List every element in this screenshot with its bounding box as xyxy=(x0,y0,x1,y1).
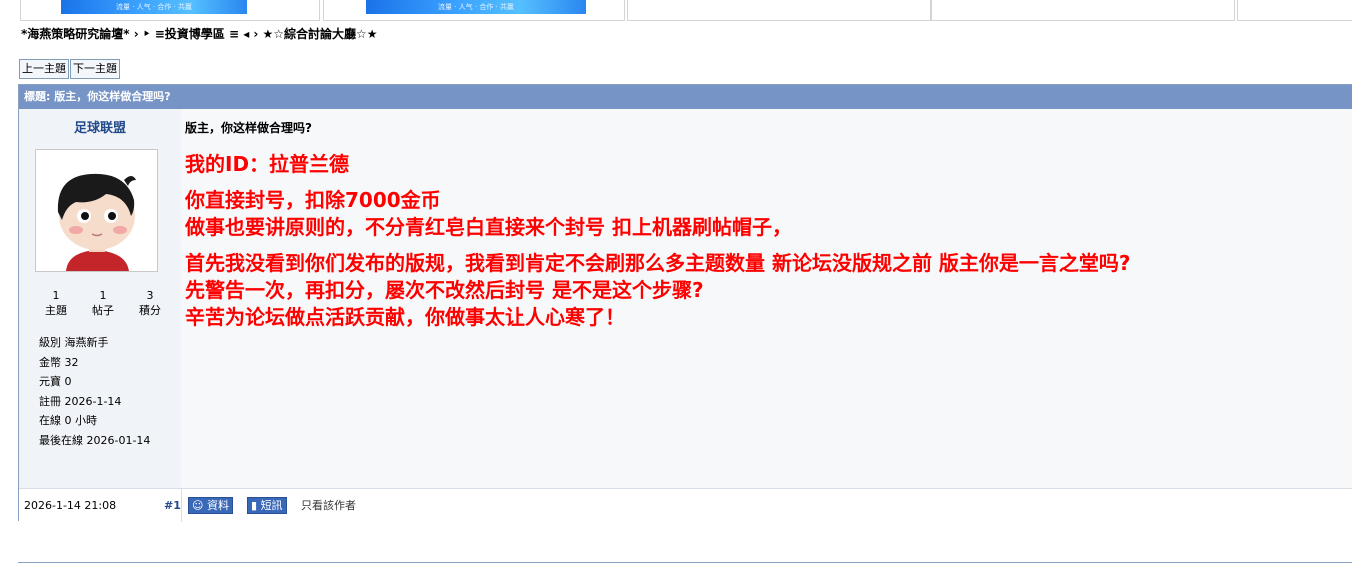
post-content-panel: 版主，你这样做合理吗? 我的ID：拉普兰德 你直接封号，扣除7000金币 做事也… xyxy=(181,109,1352,488)
author-stats: 1 1 3 主題 帖子 積分 xyxy=(33,289,173,318)
breadcrumb-section-link[interactable]: ≡投資博學區 ≡ xyxy=(155,27,239,41)
profile-icon: ☺ xyxy=(192,499,204,512)
author-online-time: 在線 0 小時 xyxy=(39,414,97,427)
banner-cell-2: 流量 · 人气 · 合作 · 共赢 xyxy=(323,0,625,21)
banner-ad-1[interactable]: 流量 · 人气 · 合作 · 共赢 xyxy=(61,0,247,14)
breadcrumb-separator: ◂ › xyxy=(239,27,263,41)
posts-label[interactable]: 帖子 xyxy=(80,302,126,318)
breadcrumb-forum-link[interactable]: *海燕策略研究論壇* xyxy=(21,27,130,41)
post-footer: 2026-1-14 21:08 #1 ☺ 資料 ▮ 短訊 只看該作者 xyxy=(19,488,1352,522)
post-paragraph: 我的ID：拉普兰德 xyxy=(185,151,1131,178)
points-label: 積分 xyxy=(139,304,161,317)
posts-count: 1 xyxy=(99,289,107,302)
post-line: 你直接封号，扣除7000金币 xyxy=(185,188,441,212)
post-time: 2026-1-14 21:08 xyxy=(24,499,117,512)
points-count: 3 xyxy=(146,289,154,302)
post-line: 先警告一次，再扣分，屡次不改然后封号 是不是这个步骤? xyxy=(185,278,704,302)
author-register-date: 註冊 2026-1-14 xyxy=(39,394,122,408)
footer-divider xyxy=(181,489,182,522)
topics-label[interactable]: 主題 xyxy=(33,302,79,318)
breadcrumb: *海燕策略研究論壇* › ‣ ≡投資博學區 ≡ ◂ › ★☆綜合討論大廳☆★ xyxy=(21,25,378,42)
author-gold: 金幣 32 xyxy=(39,355,79,369)
author-info: 級別 海燕新手 金幣 32 元寶 0 註冊 2026-1-14 在線 0 小時 … xyxy=(39,333,150,450)
post-body: 我的ID：拉普兰德 你直接封号，扣除7000金币 做事也要讲原则的，不分青红皂白… xyxy=(185,151,1131,340)
post-line: 做事也要讲原则的，不分青红皂白直接来个封号 扣上机器刷帖帽子， xyxy=(185,215,792,239)
avatar-cartoon-image xyxy=(36,150,157,271)
prev-topic-button[interactable]: 上一主題 xyxy=(19,59,69,79)
pm-button[interactable]: ▮ 短訊 xyxy=(247,497,287,514)
author-panel: 足球联盟 1 1 3 主題 帖子 積分 級別 海燕新手 金幣 32 元寶 0 註… xyxy=(19,109,182,488)
profile-button[interactable]: ☺ 資料 xyxy=(188,497,233,514)
breadcrumb-separator: › ‣ xyxy=(129,27,155,41)
banner-cell-1: 流量 · 人气 · 合作 · 共赢 xyxy=(20,0,320,21)
avatar[interactable] xyxy=(35,149,158,272)
top-banner-strip: 流量 · 人气 · 合作 · 共赢 流量 · 人气 · 合作 · 共赢 xyxy=(0,0,1352,22)
message-icon: ▮ xyxy=(251,499,258,512)
post-title: 版主，你这样做合理吗? xyxy=(185,121,312,135)
profile-button-label: 資料 xyxy=(206,499,229,512)
banner-cell-4 xyxy=(931,0,1235,21)
post-paragraph: 首先我没看到你们发布的版规，我看到肯定不会刷那么多主题数量 新论坛没版规之前 版… xyxy=(185,250,1131,331)
author-username[interactable]: 足球联盟 xyxy=(19,117,181,136)
post-line: 首先我没看到你们发布的版规，我看到肯定不会刷那么多主题数量 新论坛没版规之前 版… xyxy=(185,251,1131,275)
post-header-title: 標題: 版主，你这样做合理吗? xyxy=(19,85,1352,110)
post-paragraph: 你直接封号，扣除7000金币 做事也要讲原则的，不分青红皂白直接来个封号 扣上机… xyxy=(185,187,1131,241)
next-topic-button[interactable]: 下一主題 xyxy=(70,59,120,79)
breadcrumb-board-link[interactable]: ★☆綜合討論大廳☆★ xyxy=(263,27,378,41)
only-author-link[interactable]: 只看該作者 xyxy=(301,497,356,513)
post-line: 我的ID：拉普兰德 xyxy=(185,152,350,176)
author-last-online: 最後在線 2026-01-14 xyxy=(39,433,151,447)
pm-button-label: 短訊 xyxy=(260,499,283,512)
bottom-divider xyxy=(18,562,1352,563)
post-line: 辛苦为论坛做点活跃贡献，你做事太让人心寒了！ xyxy=(185,305,625,329)
post-floor-link[interactable]: #1 xyxy=(164,499,181,512)
banner-ad-2[interactable]: 流量 · 人气 · 合作 · 共赢 xyxy=(366,0,586,14)
topics-count: 1 xyxy=(52,289,60,302)
banner-cell-5 xyxy=(1237,0,1352,21)
banner-cell-3 xyxy=(627,0,931,21)
topic-nav: 上一主題 下一主題 xyxy=(19,59,121,79)
author-level: 級別 海燕新手 xyxy=(39,336,109,349)
post-container: 標題: 版主，你这样做合理吗? 足球联盟 1 1 3 主題 帖子 積分 級別 海… xyxy=(18,84,1352,522)
author-yuanbao: 元寶 0 xyxy=(39,375,72,388)
